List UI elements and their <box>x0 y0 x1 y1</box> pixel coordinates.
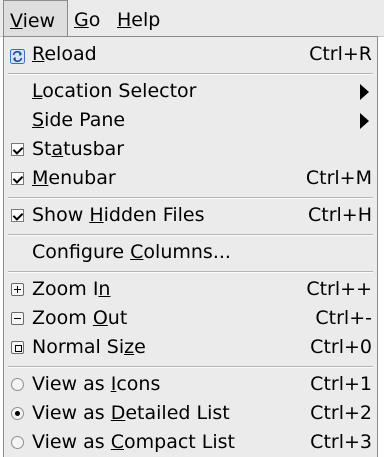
menu-label: elp <box>131 9 161 31</box>
accelerator-label: Ctrl+2 <box>310 402 372 424</box>
menu-separator <box>8 366 373 368</box>
menu-item-label: Zoom Out <box>32 307 128 329</box>
menu-item-view-as-compact-list[interactable]: View as Compact List Ctrl+3 <box>4 428 377 457</box>
menu-item-zoom-in[interactable]: Zoom In Ctrl++ <box>4 275 377 304</box>
checkbox-checked-icon <box>11 209 24 222</box>
radio-unselected-icon <box>11 378 24 391</box>
checkbox-checked-icon <box>11 143 24 156</box>
menu-item-label: View as Compact List <box>32 431 235 453</box>
accelerator-label: Ctrl+- <box>315 307 372 329</box>
reload-icon <box>10 47 25 64</box>
mnemonic: V <box>10 10 23 32</box>
menu-item-configure-columns[interactable]: Configure Columns... <box>4 238 377 267</box>
menu-help[interactable]: Help <box>111 0 166 37</box>
menu-item-side-pane[interactable]: Side Pane <box>4 106 377 135</box>
menu-item-label: Zoom In <box>32 278 111 300</box>
zoom-in-icon <box>11 283 24 296</box>
checkbox-checked-icon <box>11 172 24 185</box>
menu-item-view-as-icons[interactable]: View as Icons Ctrl+1 <box>4 370 377 399</box>
zoom-out-icon <box>11 312 24 325</box>
menu-separator <box>8 234 373 236</box>
menu-label: iew <box>22 10 56 32</box>
menu-item-label: Normal Size <box>32 336 146 358</box>
menu-item-zoom-out[interactable]: Zoom Out Ctrl+- <box>4 304 377 333</box>
radio-unselected-icon <box>11 436 24 449</box>
menu-item-location-selector[interactable]: Location Selector <box>4 77 377 106</box>
menu-item-label: View as Icons <box>32 373 161 395</box>
menu-item-reload[interactable]: Reload Ctrl+R <box>4 40 377 69</box>
background-window <box>378 37 384 457</box>
mnemonic: G <box>74 9 89 31</box>
menu-item-label: Menubar <box>32 167 116 189</box>
menu-item-menubar[interactable]: Menubar Ctrl+M <box>4 164 377 193</box>
menu-view[interactable]: View <box>3 0 68 37</box>
menu-item-label: Show Hidden Files <box>32 204 205 226</box>
menu-separator <box>8 197 373 199</box>
menu-item-statusbar[interactable]: Statusbar <box>4 135 377 164</box>
mnemonic: H <box>117 9 132 31</box>
view-menu-dropdown: Reload Ctrl+R Location Selector Side Pan… <box>3 36 378 457</box>
accelerator-label: Ctrl+H <box>307 204 372 226</box>
zoom-normal-icon <box>11 341 24 354</box>
accelerator-label: Ctrl+3 <box>310 431 372 453</box>
menubar: View Go Help <box>0 0 384 37</box>
accelerator-label: Ctrl+0 <box>310 336 372 358</box>
submenu-arrow-icon <box>360 113 369 129</box>
radio-selected-icon <box>11 407 24 420</box>
menu-label: o <box>88 9 101 31</box>
menu-item-label: Statusbar <box>32 138 125 160</box>
menu-item-show-hidden-files[interactable]: Show Hidden Files Ctrl+H <box>4 201 377 230</box>
accelerator-label: Ctrl++ <box>306 278 372 300</box>
accelerator-label: Ctrl+M <box>305 167 372 189</box>
menu-item-label: Reload <box>32 43 97 65</box>
menu-item-label: Side Pane <box>32 109 126 131</box>
menu-item-label: View as Detailed List <box>32 402 230 424</box>
menu-separator <box>8 271 373 273</box>
menu-item-normal-size[interactable]: Normal Size Ctrl+0 <box>4 333 377 362</box>
submenu-arrow-icon <box>360 84 369 100</box>
menu-separator <box>8 73 373 75</box>
menu-go[interactable]: Go <box>68 0 106 37</box>
accelerator-label: Ctrl+R <box>309 43 372 65</box>
menu-item-label: Configure Columns... <box>32 241 231 263</box>
menu-item-label: Location Selector <box>32 80 197 102</box>
menu-item-view-as-detailed-list[interactable]: View as Detailed List Ctrl+2 <box>4 399 377 428</box>
accelerator-label: Ctrl+1 <box>310 373 372 395</box>
